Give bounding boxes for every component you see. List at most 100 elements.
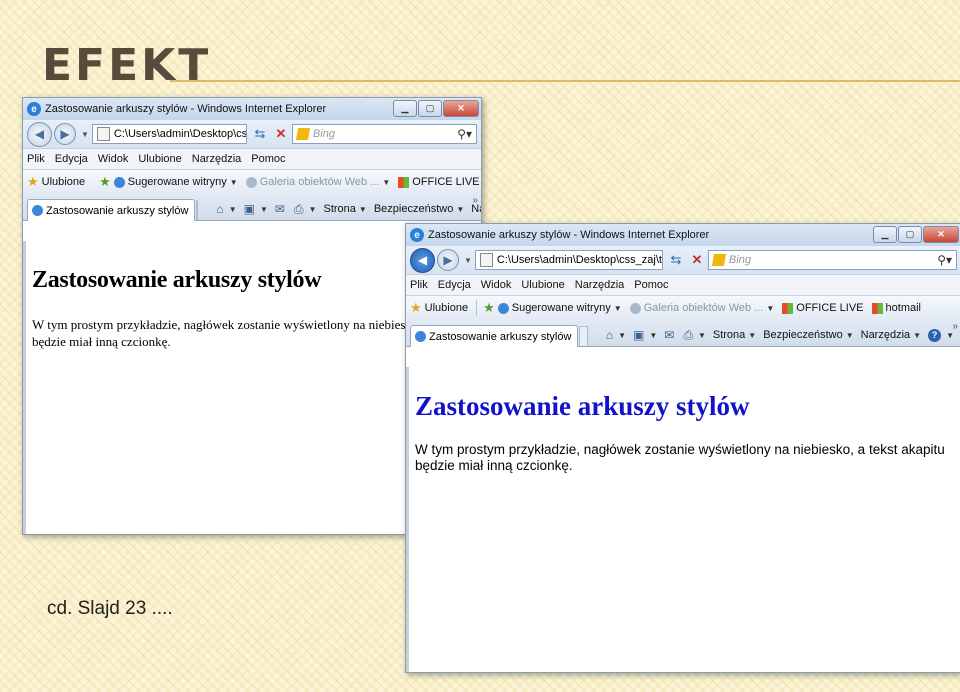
minimize-button[interactable]: ▁	[393, 100, 417, 117]
tab-active[interactable]: Zastosowanie arkuszy stylów	[410, 325, 579, 347]
menu-edycja[interactable]: Edycja	[55, 153, 88, 165]
maximize-button[interactable]: ▢	[418, 100, 442, 117]
ie-icon	[113, 176, 125, 188]
page-content: Zastosowanie arkuszy stylów W tym prosty…	[406, 367, 960, 672]
mail-icon: ✉	[274, 202, 285, 216]
printer-icon: ⎙	[293, 201, 304, 216]
help-button[interactable]: ? ▼	[928, 328, 954, 342]
add-favorite-icon[interactable]: ★	[99, 174, 111, 190]
mail-button[interactable]: ✉	[664, 328, 676, 342]
home-icon: ⌂	[605, 328, 614, 342]
stop-icon[interactable]: ✕	[687, 251, 707, 269]
navigation-bar: ◀ ▶ ▼ C:\Users\admin\Desktop\css_zaj\tek…	[406, 246, 960, 274]
search-input[interactable]: Bing ⚲▾	[291, 124, 477, 144]
mail-icon: ✉	[664, 328, 675, 342]
ie-icon	[245, 176, 257, 188]
search-icon[interactable]: ⚲▾	[457, 127, 472, 141]
hotmail-link[interactable]: hotmail	[871, 302, 921, 314]
menu-ulubione[interactable]: Ulubione	[138, 153, 181, 165]
search-icon[interactable]: ⚲▾	[937, 253, 952, 267]
rss-icon: ▣	[633, 328, 645, 342]
page-paragraph: W tym prostym przykładzie, nagłówek zost…	[415, 442, 945, 473]
page-menu[interactable]: Strona ▼	[713, 329, 756, 341]
refresh-icon[interactable]: ⇆	[250, 125, 270, 143]
print-button[interactable]: ⎙ ▼	[683, 328, 706, 343]
history-dropdown-icon[interactable]: ▼	[81, 130, 89, 139]
tab-bar: Zastosowanie arkuszy stylów ⌂ ▼ ▣ ▼ ✉ ⎙ ▼ S…	[406, 320, 960, 347]
chevron-icon[interactable]: »	[472, 195, 478, 206]
safety-menu[interactable]: Bezpieczeństwo ▼	[374, 203, 464, 215]
window-titlebar[interactable]: e Zastosowanie arkuszy stylów - Windows …	[23, 98, 481, 120]
web-gallery[interactable]: Galeria obiektów Web ... ▼	[629, 302, 774, 314]
command-bar: ⌂▼ ▣▼ ✉ ⎙▼ Strona▼ Bezpieczeństwo▼ Narzę…	[216, 198, 481, 220]
suggested-sites[interactable]: Sugerowane witryny ▼	[113, 176, 238, 188]
menu-bar: Plik Edycja Widok Ulubione Narzędzia Pom…	[23, 148, 481, 170]
page-icon	[96, 127, 110, 141]
add-favorite-icon[interactable]: ★	[483, 300, 495, 316]
suggested-sites[interactable]: Sugerowane witryny ▼	[497, 302, 622, 314]
menu-widok[interactable]: Widok	[481, 279, 512, 291]
bing-icon	[711, 254, 726, 266]
favorites-bar: ★ Ulubione ★ Sugerowane witryny ▼ Galeria …	[406, 296, 960, 320]
feeds-button[interactable]: ▣ ▼	[633, 328, 657, 342]
address-bar[interactable]: C:\Users\admin\Desktop\css_zaj\tekst2	[474, 250, 663, 270]
home-button[interactable]: ⌂ ▼	[606, 328, 626, 342]
feeds-button[interactable]: ▣ ▼	[244, 202, 268, 216]
menu-pomoc[interactable]: Pomoc	[251, 153, 285, 165]
close-button[interactable]: ✕	[443, 100, 479, 117]
title-rule	[170, 80, 960, 82]
favorites-button[interactable]: ★ Ulubione	[410, 300, 468, 316]
office-live-link[interactable]: OFFICE LIVE	[782, 302, 864, 314]
command-bar: ⌂▼ ▣▼ ✉ ⎙▼ Strona▼ Bezpieczeństwo▼ Narzę…	[606, 324, 960, 346]
stop-icon[interactable]: ✕	[271, 125, 291, 143]
bing-icon	[295, 128, 310, 140]
page-icon	[479, 253, 493, 267]
back-button[interactable]: ◀	[410, 247, 435, 273]
safety-menu[interactable]: Bezpieczeństwo ▼	[763, 329, 853, 341]
web-gallery[interactable]: Galeria obiektów Web ... ▼	[245, 176, 391, 188]
ie-icon	[32, 205, 43, 216]
menu-plik[interactable]: Plik	[410, 279, 428, 291]
windows-live-icon	[398, 176, 410, 188]
address-text: C:\Users\admin\Desktop\css_zaj\tekst1	[113, 128, 247, 140]
forward-button[interactable]: ▶	[54, 123, 76, 145]
minimize-button[interactable]: ▁	[873, 226, 897, 243]
window-controls: ▁ ▢ ✕	[872, 226, 959, 243]
dropdown-icon: ▼	[382, 177, 391, 187]
menu-pomoc[interactable]: Pomoc	[634, 279, 668, 291]
favorites-bar: ★ Ulubione ★ Sugerowane witryny ▼ Galeria …	[23, 170, 481, 194]
help-icon: ?	[928, 328, 942, 342]
print-button[interactable]: ⎙ ▼	[294, 202, 317, 217]
menu-widok[interactable]: Widok	[98, 153, 129, 165]
forward-button[interactable]: ▶	[437, 249, 459, 271]
chevron-icon[interactable]: »	[952, 321, 958, 332]
window-titlebar[interactable]: e Zastosowanie arkuszy stylów - Windows …	[406, 224, 960, 246]
refresh-icon[interactable]: ⇆	[666, 251, 686, 269]
windows-live-icon	[782, 302, 794, 314]
address-bar[interactable]: C:\Users\admin\Desktop\css_zaj\tekst1	[91, 124, 247, 144]
tab-active[interactable]: Zastosowanie arkuszy stylów	[27, 199, 196, 221]
menu-edycja[interactable]: Edycja	[438, 279, 471, 291]
menu-plik[interactable]: Plik	[27, 153, 45, 165]
mail-button[interactable]: ✉	[275, 202, 287, 216]
close-button[interactable]: ✕	[923, 226, 959, 243]
new-tab-button[interactable]	[579, 326, 588, 346]
back-button[interactable]: ◀	[27, 121, 52, 147]
office-live-link[interactable]: OFFICE LIVE	[398, 176, 480, 188]
new-tab-button[interactable]	[196, 200, 199, 220]
menu-ulubione[interactable]: Ulubione	[521, 279, 564, 291]
maximize-button[interactable]: ▢	[898, 226, 922, 243]
star-icon: ★	[27, 174, 39, 189]
favorites-button[interactable]: ★ Ulubione	[27, 174, 85, 190]
slide-caption: cd. Slajd 23 ....	[47, 598, 173, 619]
tools-menu[interactable]: Narzędzia▼	[861, 329, 921, 341]
menu-bar: Plik Edycja Widok Ulubione Narzędzia Pom…	[406, 274, 960, 296]
history-dropdown-icon[interactable]: ▼	[464, 256, 472, 265]
ie-icon	[497, 302, 509, 314]
dropdown-icon: ▼	[613, 303, 622, 313]
page-menu[interactable]: Strona ▼	[323, 203, 366, 215]
menu-narzedzia[interactable]: Narzędzia	[192, 153, 242, 165]
menu-narzedzia[interactable]: Narzędzia	[575, 279, 625, 291]
home-button[interactable]: ⌂ ▼	[216, 202, 236, 216]
search-input[interactable]: Bing ⚲▾	[707, 250, 957, 270]
